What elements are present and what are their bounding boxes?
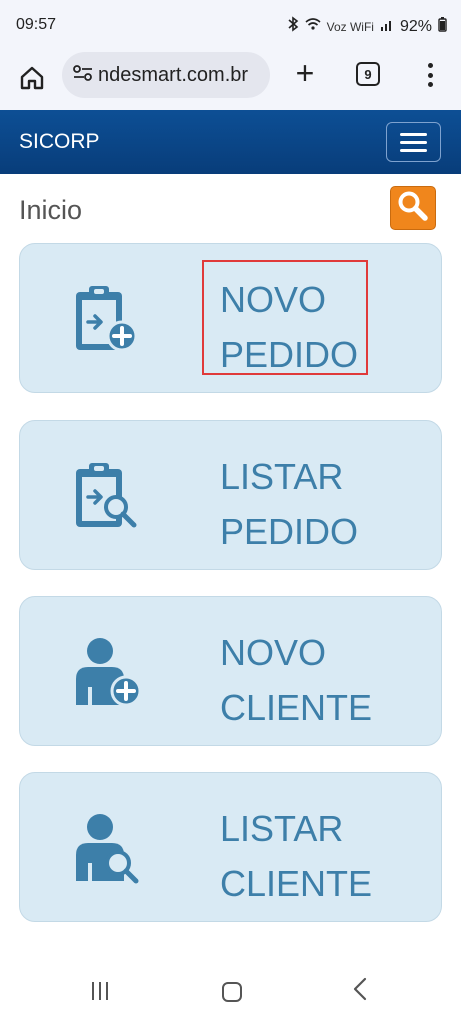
recent-apps-icon[interactable] (92, 982, 108, 1000)
status-bar: 09:57 Voz WiFi 92% (0, 0, 461, 52)
page-title: Inicio (19, 195, 83, 225)
clipboard-search-icon (72, 459, 142, 533)
app-header: SICORP (0, 110, 461, 174)
card-label-line1: LISTAR (220, 456, 344, 497)
user-plus-icon (72, 635, 142, 709)
app-title[interactable]: SICORP (19, 130, 100, 154)
user-search-icon (72, 811, 142, 885)
hamburger-menu-icon[interactable] (386, 122, 441, 162)
tab-count: 9 (364, 66, 372, 82)
clipboard-plus-icon (72, 282, 142, 356)
back-icon[interactable] (352, 976, 368, 1009)
home-icon[interactable] (16, 62, 48, 94)
signal-icon (380, 17, 394, 36)
browser-toolbar: ndesmart.com.br + 9 (0, 52, 461, 110)
novo-cliente-card[interactable]: NOVO CLIENTE (19, 596, 442, 746)
highlight-box (202, 260, 368, 375)
site-settings-icon[interactable] (72, 64, 94, 87)
listar-pedido-card[interactable]: LISTAR PEDIDO (19, 420, 442, 570)
tabs-icon[interactable]: 9 (356, 62, 380, 86)
card-label-line1: LISTAR (220, 808, 344, 849)
wifi-icon (305, 17, 321, 36)
bluetooth-icon (287, 16, 299, 37)
card-label: LISTAR CLIENTE (220, 801, 372, 911)
card-label-line2: PEDIDO (220, 511, 359, 552)
network-label: Voz WiFi (326, 19, 374, 34)
more-menu-icon[interactable] (420, 60, 440, 90)
card-label-line1: NOVO (220, 632, 327, 673)
new-tab-plus-icon[interactable]: + (290, 56, 320, 92)
status-time: 09:57 (16, 16, 57, 33)
card-label-line2: CLIENTE (220, 687, 373, 728)
card-label-line2: CLIENTE (220, 863, 373, 904)
home-circle-icon[interactable] (222, 982, 242, 1002)
battery-icon (438, 16, 447, 37)
address-bar[interactable]: ndesmart.com.br (62, 52, 270, 98)
status-icons: Voz WiFi 92% (287, 16, 447, 37)
listar-cliente-card[interactable]: LISTAR CLIENTE (19, 772, 442, 922)
url-text: ndesmart.com.br (98, 63, 249, 86)
magnifier-icon (396, 189, 430, 228)
battery-text: 92% (399, 17, 432, 35)
android-nav-bar (0, 960, 461, 1024)
search-button[interactable] (390, 186, 436, 230)
card-label: NOVO CLIENTE (220, 625, 372, 735)
card-label: LISTAR PEDIDO (220, 449, 358, 559)
